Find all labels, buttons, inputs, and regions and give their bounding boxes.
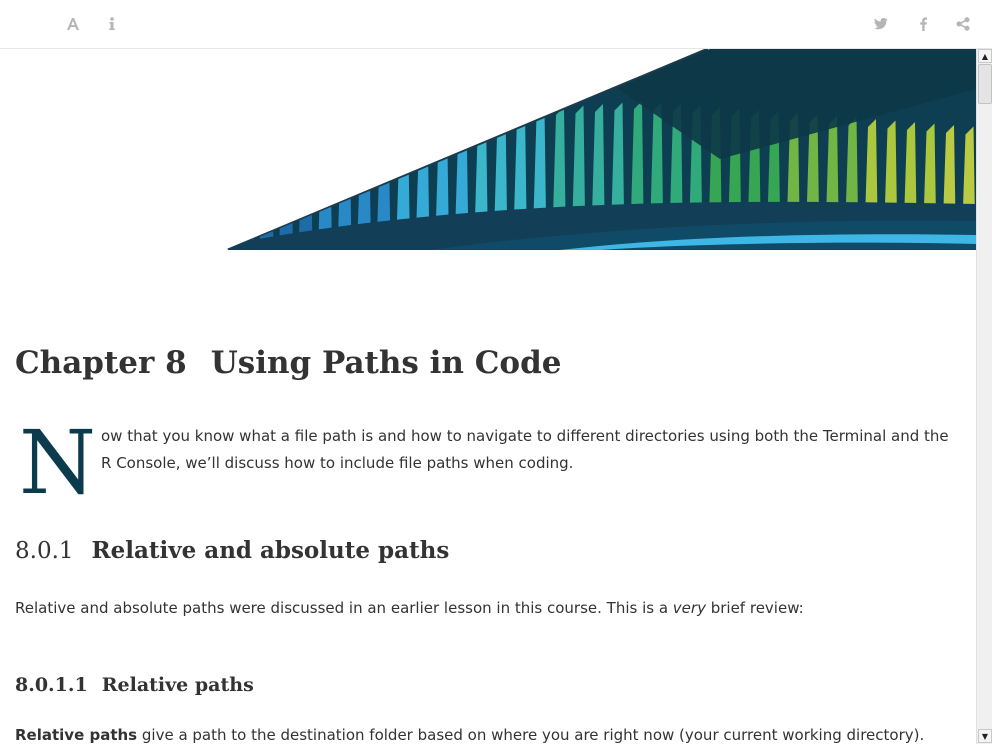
toolbar: [0, 0, 992, 49]
review-text-after: brief review:: [705, 599, 804, 617]
dropcap: N: [19, 411, 96, 514]
subsection-heading: 8.0.1.1 Relative paths: [15, 671, 254, 699]
intro-text: ow that you know what a file path is and…: [101, 427, 949, 472]
scroll-down-arrow-icon[interactable]: ▼: [978, 729, 992, 743]
review-emphasis: very: [672, 599, 706, 617]
vertical-scrollbar[interactable]: ▲ ▼: [976, 49, 992, 744]
content-area: Chapter 8 Using Paths in Code N ow that y…: [0, 49, 976, 744]
font-settings-icon[interactable]: [62, 13, 84, 35]
relative-paths-paragraph: Relative paths give a path to the destin…: [15, 722, 924, 744]
info-icon[interactable]: [101, 13, 123, 35]
scroll-up-arrow-icon[interactable]: ▲: [978, 49, 992, 63]
relative-paths-term: Relative paths: [15, 726, 138, 744]
section-title: Relative and absolute paths: [91, 537, 450, 564]
banner-bar: [279, 128, 293, 250]
subsection-title: Relative paths: [101, 674, 254, 696]
review-text-before: Relative and absolute paths were discuss…: [15, 599, 673, 617]
review-paragraph: Relative and absolute paths were discuss…: [15, 595, 804, 622]
subsection-number: 8.0.1.1: [15, 674, 88, 696]
twitter-icon[interactable]: [870, 13, 892, 35]
chapter-title-text: Using Paths in Code: [210, 345, 562, 381]
share-icon[interactable]: [952, 13, 974, 35]
chapter-number: Chapter 8: [15, 345, 187, 381]
scrollbar-thumb[interactable]: [978, 64, 992, 104]
relative-paths-text: give a path to the destination folder ba…: [137, 726, 925, 744]
banner-bar: [240, 131, 254, 250]
facebook-icon[interactable]: [912, 13, 934, 35]
chapter-title: Chapter 8 Using Paths in Code: [15, 343, 562, 383]
section-heading: 8.0.1 Relative and absolute paths: [15, 535, 449, 567]
page: Chapter 8 Using Paths in Code N ow that y…: [0, 0, 992, 744]
section-number: 8.0.1: [15, 538, 74, 564]
banner-image: [0, 49, 976, 250]
